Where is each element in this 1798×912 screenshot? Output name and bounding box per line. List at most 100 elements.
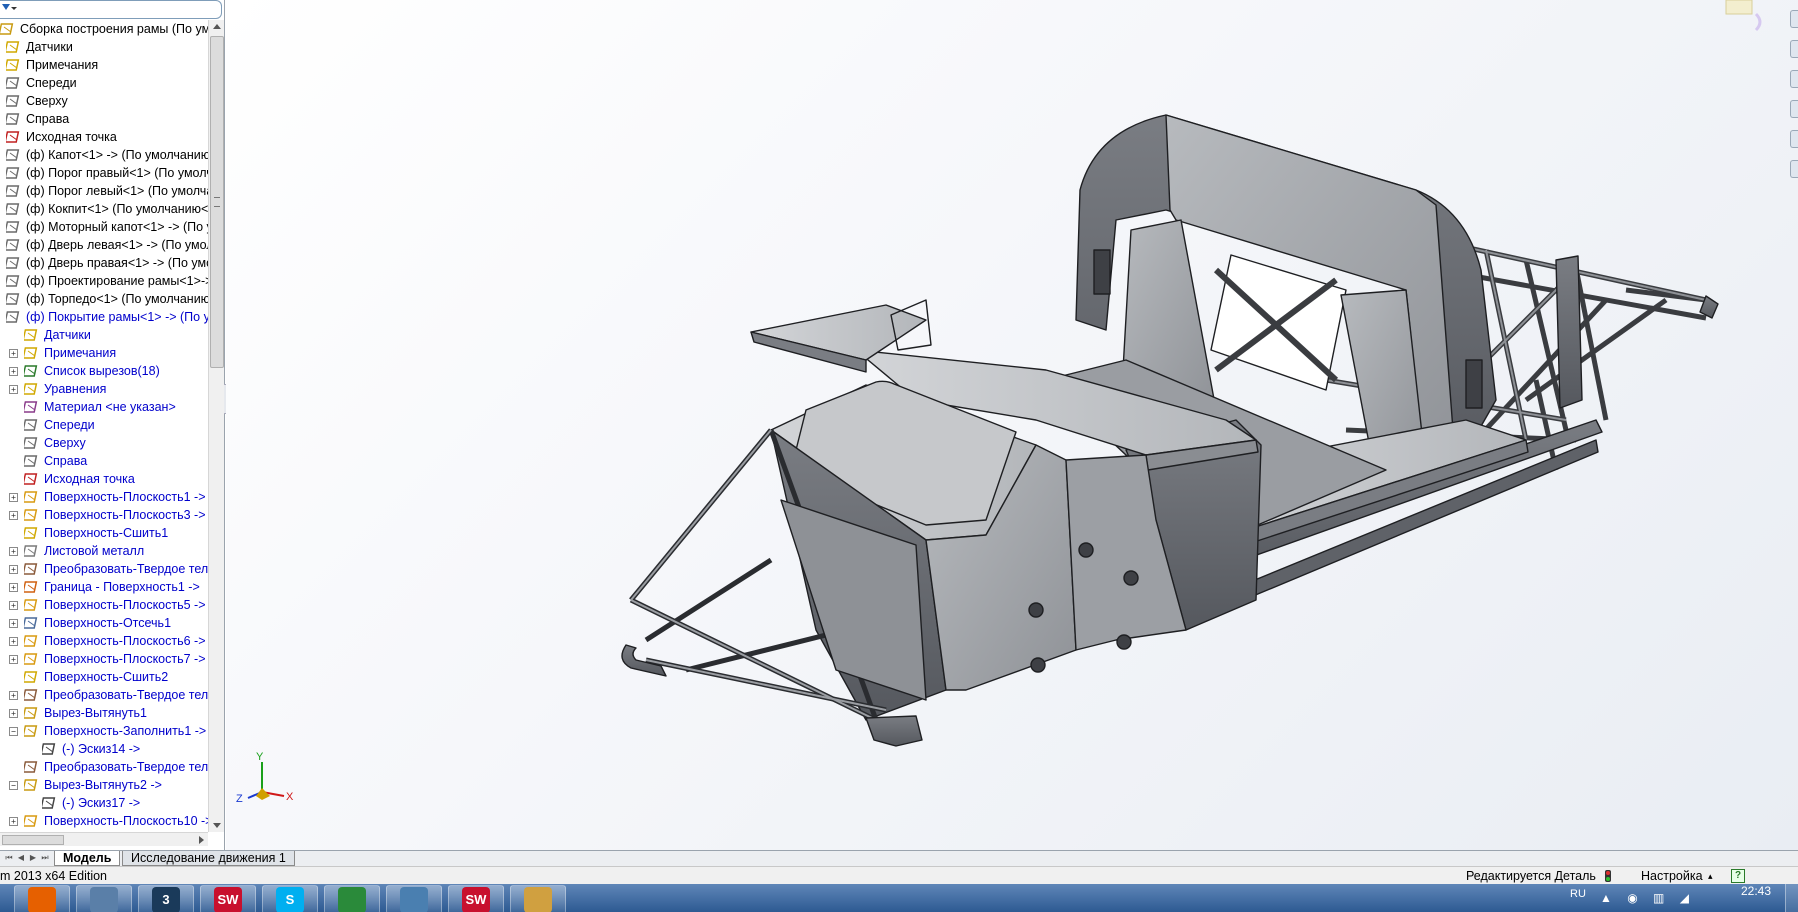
task-pane-tab[interactable] [1790,70,1798,88]
rebuild-light-icon[interactable] [1605,870,1611,882]
expand-icon[interactable]: + [9,547,18,556]
car-frame-model[interactable]: Y X Z [226,0,1798,850]
tree-item[interactable]: + Поверхность-Плоскость3 -> [0,506,208,524]
tree-item[interactable]: Сборка построения рамы (По умол [0,20,208,38]
help-icon[interactable]: ? [1731,869,1745,883]
tree-item[interactable]: Примечания [0,56,208,74]
expand-icon[interactable]: + [9,583,18,592]
clock[interactable]: 22:43 [1736,884,1776,898]
tree-item[interactable]: (ф) Дверь левая<1> -> (По умол [0,236,208,254]
tree-horizontal-scrollbar[interactable] [0,832,208,846]
taskbar-app-button[interactable]: SW [448,885,504,912]
tree-item[interactable]: (ф) Дверь правая<1> -> (По умо. [0,254,208,272]
tree-item[interactable]: (-) Эскиз17 -> [0,794,208,812]
chevron-up-icon[interactable]: ▴ [1708,867,1713,885]
tree-filter[interactable] [0,0,222,19]
task-pane-tab[interactable] [1790,100,1798,118]
tree-item[interactable]: + Список вырезов(18) [0,362,208,380]
graphics-viewport[interactable]: Y X Z [226,0,1798,850]
scroll-thumb[interactable] [210,36,224,368]
tray-icons[interactable]: ▲ ◉ ▥ ◢ [1600,891,1695,905]
filter-icon[interactable] [2,4,10,10]
tree-item[interactable]: (ф) Капот<1> -> (По умолчанию [0,146,208,164]
tree-item[interactable]: Преобразовать-Твердое тело [0,758,208,776]
tree-item[interactable]: Сверху [0,434,208,452]
taskbar-app-button[interactable] [14,885,70,912]
expand-icon[interactable]: + [9,709,18,718]
tree-item[interactable]: + Преобразовать-Твердое тело [0,560,208,578]
expand-icon[interactable]: + [9,817,18,826]
expand-icon[interactable]: + [9,601,18,610]
tab-model[interactable]: Модель [54,851,121,866]
tab-motion-study[interactable]: Исследование движения 1 [122,851,295,866]
taskbar-app-button[interactable] [76,885,132,912]
expand-icon[interactable]: + [9,349,18,358]
tree-item[interactable]: + Поверхность-Плоскость1 -> [0,488,208,506]
expand-icon[interactable]: + [9,493,18,502]
tree-item[interactable]: + Уравнения [0,380,208,398]
expand-icon[interactable]: + [9,637,18,646]
task-pane-tab[interactable] [1790,130,1798,148]
tree-item[interactable]: (ф) Торпедо<1> (По умолчанию [0,290,208,308]
tree-item[interactable]: Исходная точка [0,470,208,488]
expand-icon[interactable]: + [9,511,18,520]
taskbar-app-button[interactable] [510,885,566,912]
taskbar-app-button[interactable] [386,885,442,912]
tree-item[interactable]: + Вырез-Вытянуть1 [0,704,208,722]
task-pane-tab[interactable] [1790,10,1798,28]
taskbar-app-button[interactable]: 3 [138,885,194,912]
tree-item[interactable]: + Примечания [0,344,208,362]
task-pane-tabs[interactable] [1788,0,1798,180]
expand-icon[interactable]: + [9,691,18,700]
tree-item[interactable]: Сверху [0,92,208,110]
taskbar-app-button[interactable] [324,885,380,912]
tree-item[interactable]: Датчики [0,326,208,344]
tree-item[interactable]: + Листовой металл [0,542,208,560]
collapse-icon[interactable]: − [9,781,18,790]
tree-item[interactable]: (ф) Кокпит<1> (По умолчанию< [0,200,208,218]
tree-item[interactable]: (ф) Моторный капот<1> -> (По у [0,218,208,236]
prev-tab-icon[interactable]: ◀ [16,853,26,863]
expand-icon[interactable]: + [9,565,18,574]
tree-item[interactable]: Поверхность-Сшить1 [0,524,208,542]
tree-item[interactable]: Справа [0,110,208,128]
collapse-icon[interactable]: − [9,727,18,736]
tree-item[interactable]: − Вырез-Вытянуть2 -> [0,776,208,794]
taskbar-app-button[interactable]: S [262,885,318,912]
tree-item[interactable]: (ф) Покрытие рамы<1> -> (По у [0,308,208,326]
tree-item[interactable]: + Граница - Поверхность1 -> [0,578,208,596]
next-tab-icon[interactable]: ▶ [28,853,38,863]
first-tab-icon[interactable]: ⏮ [4,853,14,863]
tree-item[interactable]: Спереди [0,74,208,92]
tree-item[interactable]: + Поверхность-Плоскость6 -> [0,632,208,650]
last-tab-icon[interactable]: ⏭ [40,853,50,863]
tree-item[interactable]: + Поверхность-Отсечь1 [0,614,208,632]
expand-icon[interactable]: + [9,619,18,628]
scroll-down-icon[interactable] [213,823,221,828]
taskbar-app-button[interactable]: SW [200,885,256,912]
language-indicator[interactable]: RU [1570,888,1586,900]
tree-item[interactable]: Исходная точка [0,128,208,146]
tree-item[interactable]: Материал <не указан> [0,398,208,416]
units-settings[interactable]: Настройка [1641,867,1703,885]
tree-item[interactable]: + Поверхность-Плоскость10 -> [0,812,208,830]
tree-item[interactable]: Датчики [0,38,208,56]
chevron-down-icon[interactable] [11,7,17,10]
tree-item[interactable]: Поверхность-Сшить2 [0,668,208,686]
task-pane-tab[interactable] [1790,40,1798,58]
tree-item[interactable]: − Поверхность-Заполнить1 -> [0,722,208,740]
tree-item[interactable]: + Преобразовать-Твердое тело [0,686,208,704]
tree-item[interactable]: (ф) Проектирование рамы<1>-> [0,272,208,290]
tree-item[interactable]: (ф) Порог правый<1> (По умолч [0,164,208,182]
expand-icon[interactable]: + [9,655,18,664]
tree-item[interactable]: + Поверхность-Плоскость7 -> [0,650,208,668]
scroll-up-icon[interactable] [213,24,221,29]
tree-item[interactable]: (ф) Порог левый<1> (По умолча [0,182,208,200]
tree-item[interactable]: + Поверхность-Плоскость5 -> [0,596,208,614]
expand-icon[interactable]: + [9,385,18,394]
tree-item[interactable]: Справа [0,452,208,470]
tree-item[interactable]: Спереди [0,416,208,434]
tree-vertical-scrollbar[interactable] [208,20,224,832]
task-pane-tab[interactable] [1790,160,1798,178]
tree-item[interactable]: (-) Эскиз14 -> [0,740,208,758]
